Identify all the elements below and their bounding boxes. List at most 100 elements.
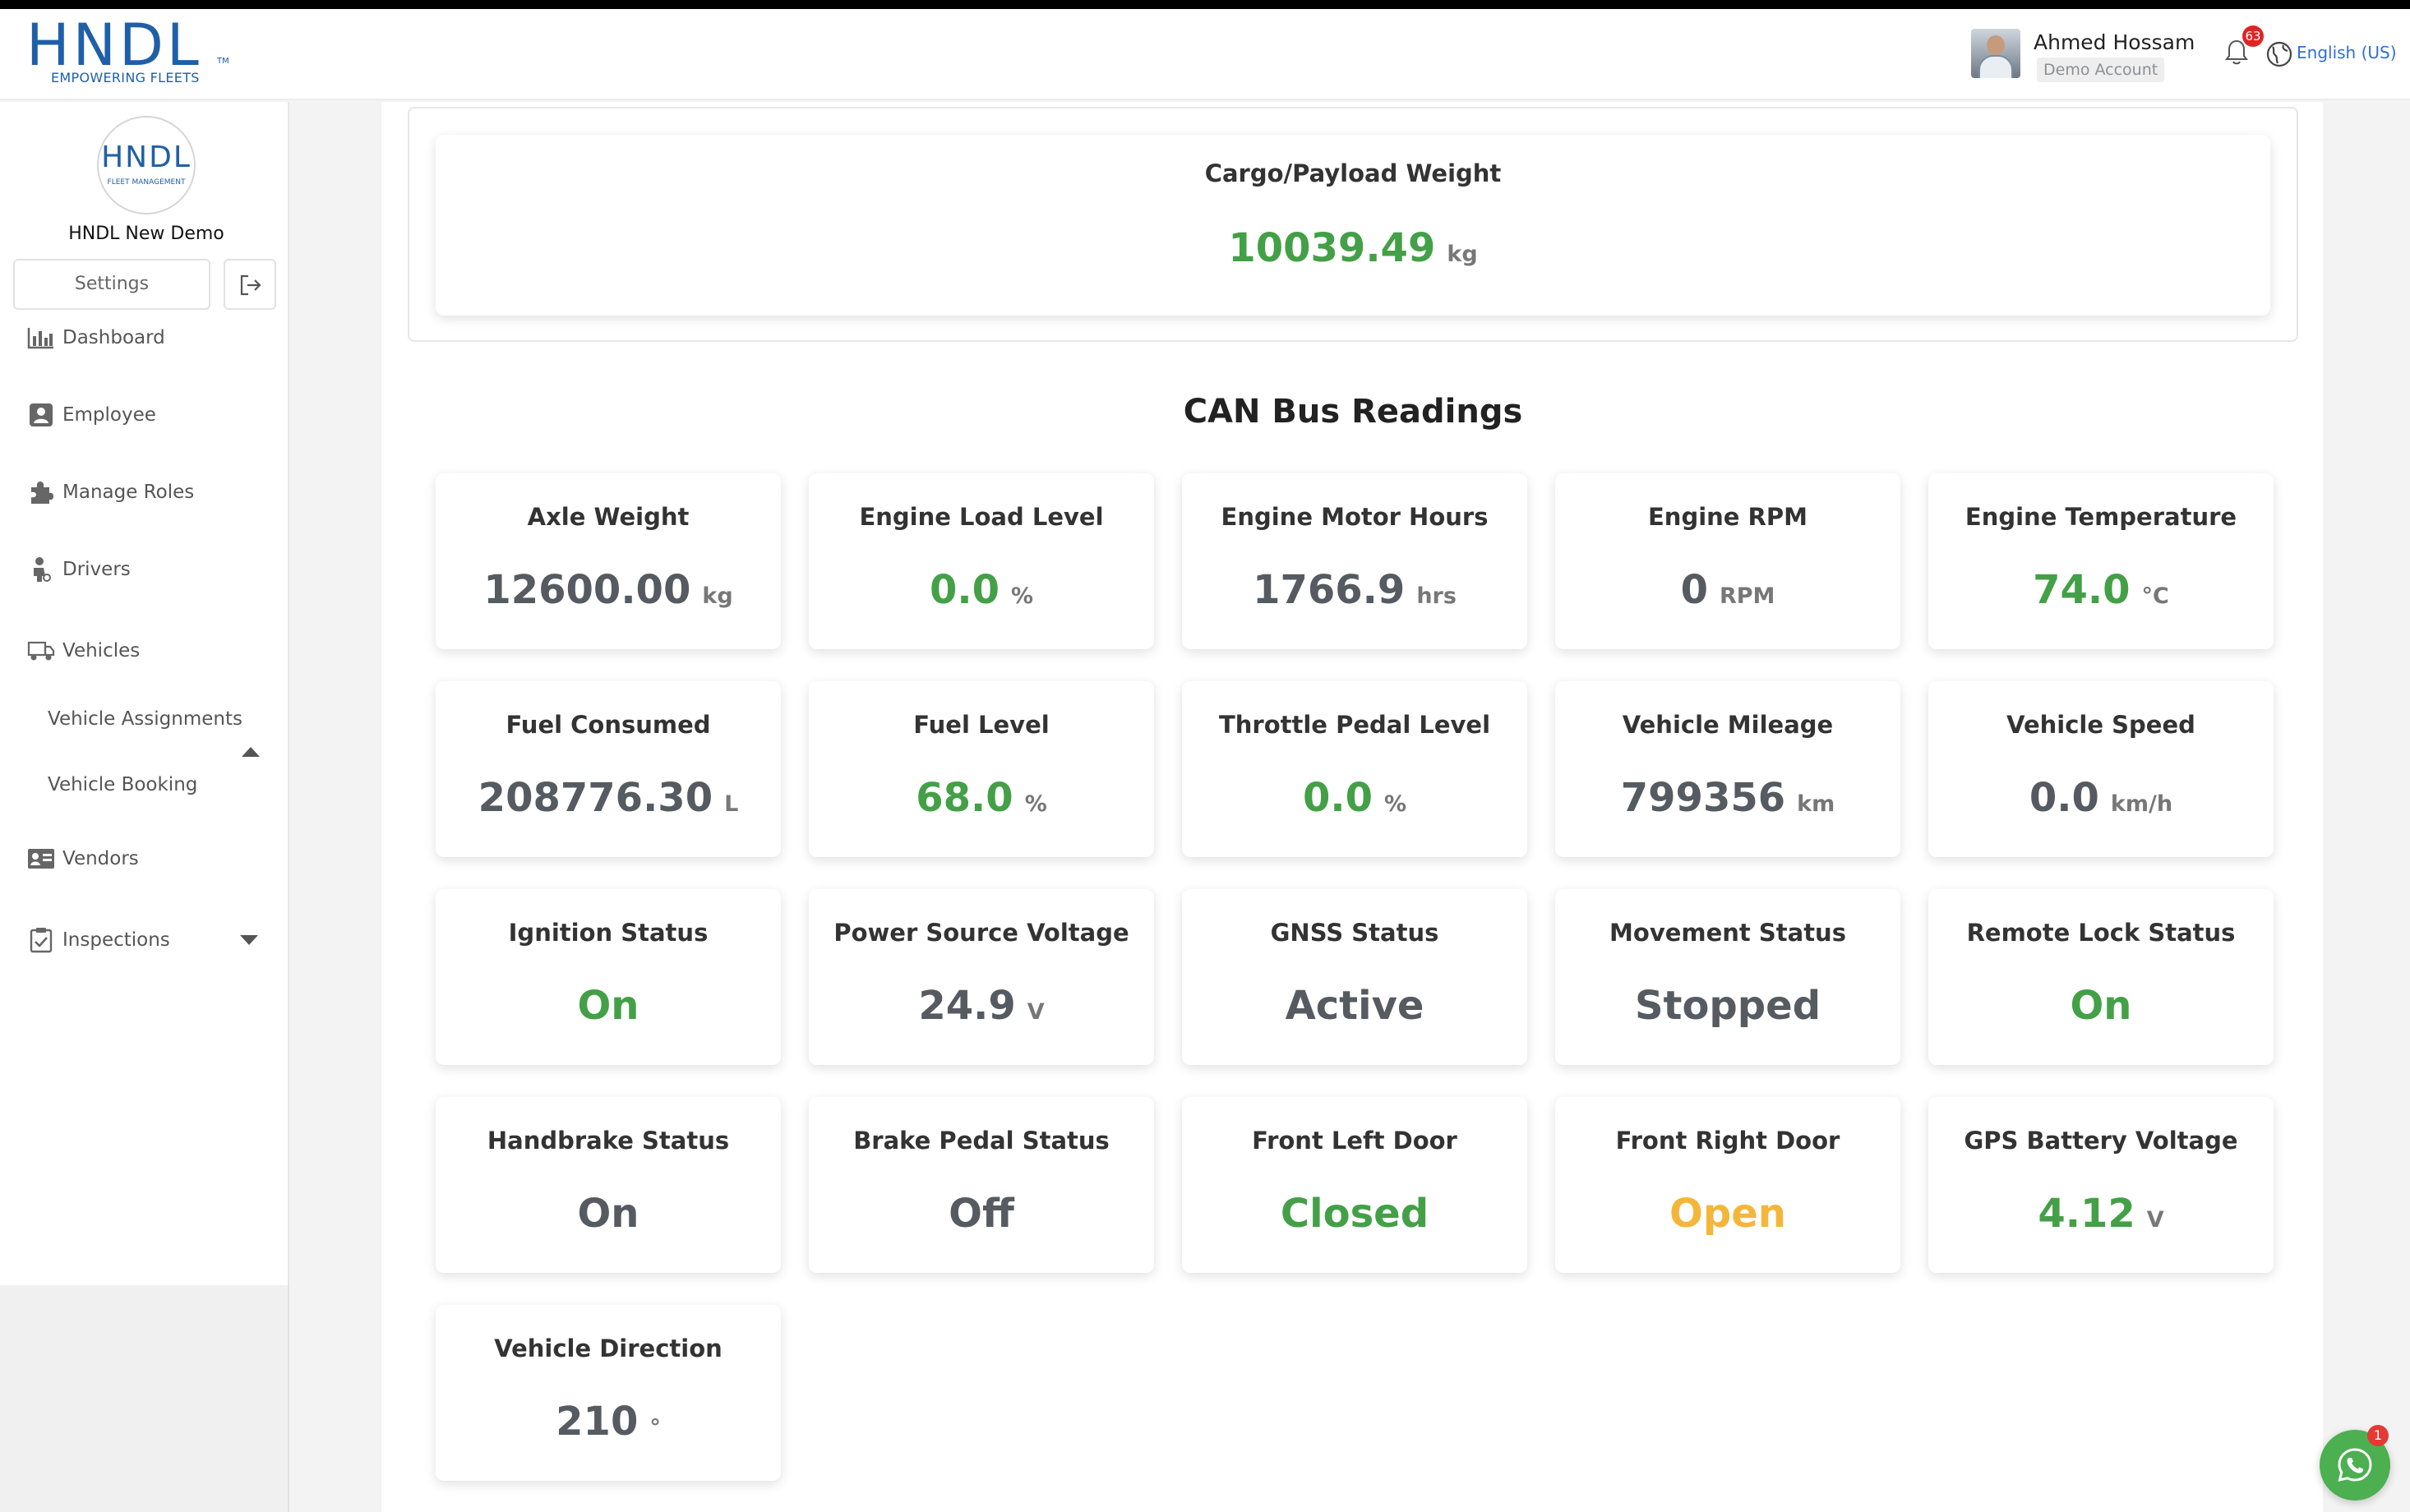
reading-unit: % bbox=[1010, 583, 1034, 609]
reading-title: Engine Temperature bbox=[1964, 503, 2237, 531]
reading-value: On bbox=[577, 983, 639, 1029]
reading-value-row: 68.0% bbox=[809, 775, 1154, 821]
reading-value-row: 4.12 V bbox=[1928, 1191, 2274, 1237]
reading-unit: ° bbox=[649, 1415, 661, 1441]
reading-value: Off bbox=[949, 1191, 1014, 1237]
sidebar-item-dashboard[interactable]: Dashboard bbox=[26, 321, 165, 354]
avatar[interactable] bbox=[1971, 29, 2020, 78]
reading-title: Ignition Status bbox=[508, 919, 709, 947]
reading-card: Front Right Door Open bbox=[1555, 1097, 1900, 1273]
sidebar-item-label: Employee bbox=[62, 404, 156, 426]
puzzle-icon bbox=[26, 477, 56, 507]
reading-title: GPS Battery Voltage bbox=[1964, 1127, 2238, 1155]
reading-unit: kg bbox=[702, 583, 733, 609]
logout-icon bbox=[240, 274, 261, 296]
payload-unit: kg bbox=[1447, 242, 1478, 267]
reading-value-row: Active bbox=[1182, 983, 1527, 1029]
sidebar-item-vehicle-booking[interactable]: Vehicle Booking bbox=[48, 774, 197, 795]
reading-unit: km/h bbox=[2110, 791, 2173, 817]
sidebar-item-label: Vehicles bbox=[62, 640, 141, 662]
sidebar-item-employee[interactable]: Employee bbox=[26, 399, 156, 431]
reading-value: Stopped bbox=[1634, 983, 1821, 1029]
reading-value: On bbox=[2070, 983, 2132, 1029]
reading-value-row: 0.0 km/h bbox=[1928, 775, 2274, 821]
reading-value: 0.0 bbox=[2029, 775, 2099, 821]
sidebar-item-label: Vendors bbox=[62, 848, 139, 869]
reading-value-row: 0 RPM bbox=[1555, 567, 1900, 613]
payload-card: Cargo/Payload Weight 10039.49 kg bbox=[436, 135, 2270, 316]
reading-title: Axle Weight bbox=[527, 503, 690, 531]
reading-value-row: Off bbox=[809, 1191, 1154, 1237]
reading-card: Fuel Level 68.0% bbox=[809, 681, 1154, 857]
top-strip bbox=[0, 0, 2410, 9]
globe-icon[interactable] bbox=[2265, 40, 2293, 68]
reading-unit: % bbox=[1383, 791, 1407, 817]
logout-button[interactable] bbox=[224, 259, 276, 310]
reading-title: Throttle Pedal Level bbox=[1218, 711, 1491, 739]
sidebar-item-vehicles[interactable]: Vehicles bbox=[26, 634, 140, 667]
reading-card: Front Left Door Closed bbox=[1182, 1097, 1527, 1273]
brand-logo[interactable]: HNDL TM EMPOWERING FLEETS bbox=[26, 12, 232, 90]
sidebar: HNDL FLEET MANAGEMENT HNDL New Demo Sett… bbox=[0, 102, 289, 1285]
org-logo-sub: FLEET MANAGEMENT bbox=[107, 178, 186, 187]
reading-card: Fuel Consumed 208776.30 L bbox=[436, 681, 781, 857]
reading-card: Ignition Status On bbox=[436, 889, 781, 1065]
reading-card: Remote Lock Status On bbox=[1928, 889, 2274, 1065]
sidebar-item-inspections[interactable]: Inspections bbox=[26, 924, 170, 957]
reading-unit: hrs bbox=[1416, 583, 1457, 609]
sidebar-item-label: Drivers bbox=[62, 559, 131, 580]
id-badge-icon bbox=[26, 400, 56, 430]
reading-value: 0.0 bbox=[1302, 775, 1373, 821]
sidebar-item-drivers[interactable]: Drivers bbox=[26, 553, 131, 586]
chevron-down-icon[interactable] bbox=[240, 935, 258, 945]
reading-card: Engine Motor Hours 1766.9 hrs bbox=[1182, 473, 1527, 649]
reading-value: On bbox=[577, 1191, 639, 1237]
whatsapp-icon bbox=[2338, 1448, 2372, 1482]
reading-unit: % bbox=[1024, 791, 1047, 817]
reading-card: Throttle Pedal Level 0.0% bbox=[1182, 681, 1527, 857]
reading-value-row: 208776.30 L bbox=[436, 775, 781, 821]
reading-value-row: 210 ° bbox=[436, 1399, 781, 1445]
reading-value: 4.12 bbox=[2038, 1191, 2135, 1237]
reading-card: Brake Pedal Status Off bbox=[809, 1097, 1154, 1273]
reading-card: Engine Load Level 0.0% bbox=[809, 473, 1154, 649]
reading-card: Vehicle Direction 210 ° bbox=[436, 1305, 781, 1481]
reading-title: Vehicle Speed bbox=[2006, 711, 2195, 739]
reading-value: 1766.9 bbox=[1253, 567, 1406, 613]
reading-unit: V bbox=[1027, 999, 1045, 1025]
reading-title: Front Left Door bbox=[1252, 1127, 1457, 1155]
reading-value: 12600.00 bbox=[483, 567, 691, 613]
chevron-up-icon[interactable] bbox=[242, 747, 260, 757]
reading-value: 68.0 bbox=[916, 775, 1013, 821]
reading-title: Remote Lock Status bbox=[1966, 919, 2236, 947]
reading-value: Active bbox=[1285, 983, 1424, 1029]
reading-value: 0 bbox=[1680, 567, 1708, 613]
reading-title: Engine Load Level bbox=[859, 503, 1104, 531]
reading-unit: V bbox=[2146, 1207, 2164, 1233]
reading-value-row: 799356 km bbox=[1555, 775, 1900, 821]
sidebar-item-vehicle-assignments[interactable]: Vehicle Assignments bbox=[48, 708, 242, 730]
reading-value-row: On bbox=[1928, 983, 2274, 1029]
reading-title: Handbrake Status bbox=[487, 1127, 730, 1155]
section-title-can-bus: CAN Bus Readings bbox=[1183, 393, 1523, 431]
reading-title: Fuel Consumed bbox=[506, 711, 711, 739]
reading-value-row: 0.0% bbox=[809, 567, 1154, 613]
sidebar-item-label: Dashboard bbox=[62, 327, 165, 348]
logo-tagline: EMPOWERING FLEETS bbox=[51, 70, 200, 85]
sidebar-item-label: Manage Roles bbox=[62, 482, 195, 503]
reading-value-row: 24.9 V bbox=[809, 983, 1154, 1029]
settings-button[interactable]: Settings bbox=[13, 259, 210, 310]
reading-title: Vehicle Mileage bbox=[1622, 711, 1834, 739]
language-selector[interactable]: English (US) bbox=[2297, 43, 2397, 62]
driver-icon bbox=[26, 555, 56, 584]
reading-card: Vehicle Speed 0.0 km/h bbox=[1928, 681, 2274, 857]
notification-badge: 63 bbox=[2242, 25, 2264, 47]
reading-card: Axle Weight 12600.00 kg bbox=[436, 473, 781, 649]
sidebar-item-manage-roles[interactable]: Manage Roles bbox=[26, 476, 194, 509]
reading-title: Front Right Door bbox=[1615, 1127, 1840, 1155]
user-name[interactable]: Ahmed Hossam bbox=[2034, 30, 2195, 54]
sidebar-item-vendors[interactable]: Vendors bbox=[26, 842, 139, 875]
org-name: HNDL New Demo bbox=[68, 224, 224, 244]
payload-title: Cargo/Payload Weight bbox=[1204, 159, 1502, 187]
user-role-badge: Demo Account bbox=[2037, 58, 2165, 82]
